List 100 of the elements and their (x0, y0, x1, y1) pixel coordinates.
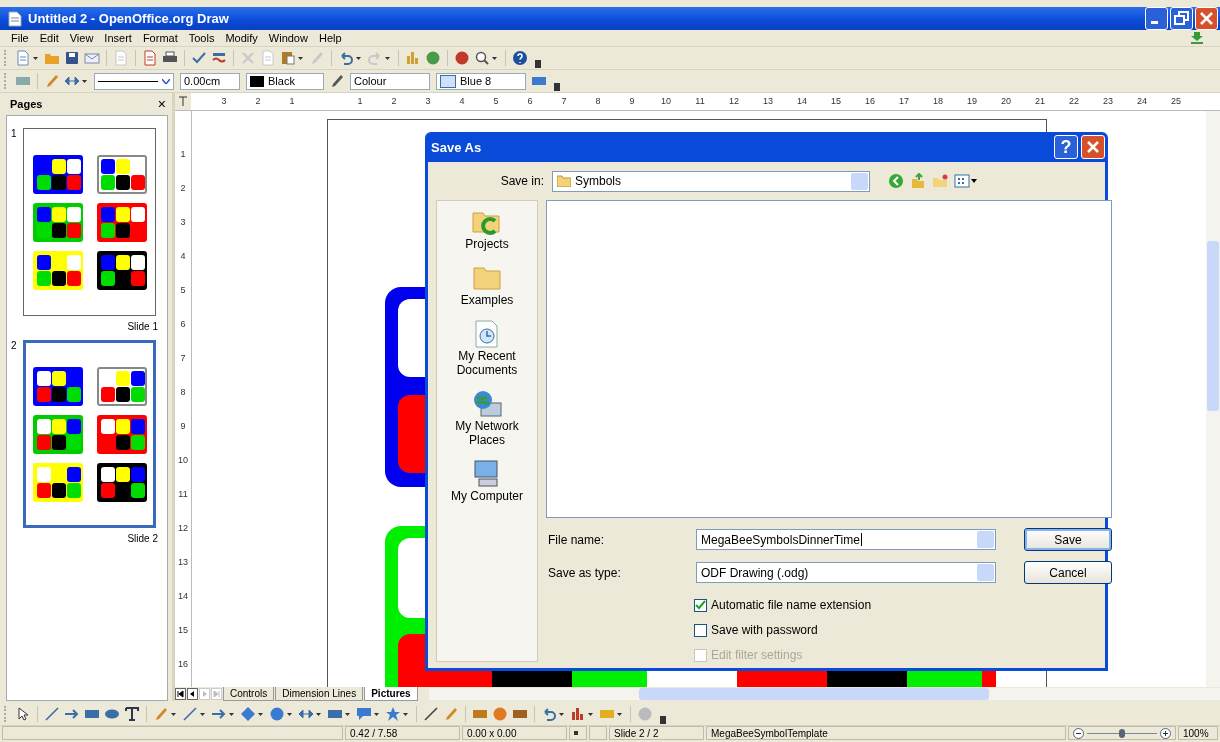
layer-tab[interactable]: Dimension Lines (275, 687, 364, 701)
dropdown-arrow-icon[interactable] (316, 712, 321, 716)
zoom-out-button[interactable] (1073, 727, 1084, 739)
layer-tab[interactable]: Pictures (364, 687, 418, 701)
dropdown-arrow-icon[interactable] (171, 712, 176, 716)
slide-thumbnail[interactable] (23, 128, 156, 316)
area-style-dropdown[interactable]: Colour (350, 72, 430, 90)
zoom-slider[interactable] (1119, 728, 1125, 738)
dropdown-arrow-icon[interactable] (617, 712, 622, 716)
place-label[interactable]: Examples (460, 293, 514, 307)
close-icon[interactable] (1200, 12, 1213, 25)
dropdown-arrow-icon[interactable] (298, 56, 303, 60)
place-label[interactable]: My Computer (451, 489, 523, 503)
menu-item[interactable]: Window (263, 32, 314, 44)
ruler-number: 18 (932, 95, 944, 108)
dropdown-arrow-icon[interactable] (559, 712, 564, 716)
dropdown-arrow-icon[interactable] (33, 56, 38, 60)
zoom-in-button[interactable] (1160, 727, 1171, 739)
close-panel-button[interactable]: × (157, 96, 166, 112)
new-folder-icon[interactable] (932, 173, 948, 189)
pdf-icon[interactable] (142, 50, 158, 66)
place-label[interactable]: My Network Places (437, 419, 537, 447)
slide-thumbnail[interactable] (23, 340, 156, 528)
ruler-number: 8 (594, 95, 602, 108)
first-tab-button[interactable] (175, 688, 186, 700)
globe-computer-icon[interactable] (471, 389, 503, 419)
dropdown-arrow-icon[interactable] (356, 56, 361, 60)
pointer-icon[interactable] (15, 706, 31, 722)
size-field: 0.00 x 0.00 (462, 726, 567, 740)
help-button[interactable]: ? (1054, 135, 1078, 159)
ruler-number: 11 (177, 488, 189, 501)
file-name-field[interactable]: MegaBeeSymbolsDinnerTime (696, 529, 996, 550)
diamond-icon[interactable] (240, 706, 256, 722)
back-icon[interactable] (888, 173, 904, 189)
document-icon (8, 10, 22, 27)
horizontal-scrollbar[interactable] (428, 688, 1220, 700)
ruler-number: 1 (288, 95, 296, 108)
layer-tab[interactable]: Controls (223, 687, 275, 701)
ruler-number: 15 (177, 624, 189, 637)
ruler-number: 10 (177, 454, 189, 467)
folder-icon (557, 175, 571, 187)
help-icon[interactable] (512, 50, 528, 66)
menu-item[interactable]: Insert (99, 32, 138, 44)
dropdown-arrow-icon[interactable] (82, 79, 87, 83)
place-label[interactable]: My Recent Documents (437, 349, 537, 377)
download-icon[interactable] (1190, 32, 1204, 44)
dropdown-arrow-icon[interactable] (200, 712, 205, 716)
menu-item[interactable]: Modify (220, 32, 264, 44)
restore-button[interactable] (1170, 7, 1193, 30)
ruler-number: 22 (1068, 95, 1080, 108)
dialog-title: Save As (431, 139, 482, 155)
view-menu-icon[interactable] (954, 174, 978, 188)
ruler-number: 9 (628, 95, 636, 108)
ruler-number: 14 (177, 590, 189, 603)
spellcheck-icon[interactable] (191, 50, 207, 66)
save-icon[interactable] (64, 50, 80, 66)
save-in-dropdown[interactable]: Symbols (552, 170, 870, 192)
undo-icon[interactable] (338, 50, 354, 66)
checkbox-label[interactable]: Save with password (711, 623, 818, 637)
star-icon[interactable] (385, 706, 401, 722)
dropdown-arrow-icon[interactable] (258, 712, 263, 716)
dropdown-arrow-icon[interactable] (229, 712, 234, 716)
checkbox[interactable] (694, 623, 707, 637)
text-icon[interactable] (124, 706, 140, 722)
dropdown-arrow-icon[interactable] (345, 712, 350, 716)
menu-item[interactable]: Edit (34, 32, 65, 44)
previous-tab-button[interactable] (187, 688, 198, 700)
dropdown-arrow-icon[interactable] (492, 56, 497, 60)
menu-item[interactable]: File (6, 32, 35, 44)
menu-item[interactable]: View (64, 32, 100, 44)
dropdown-arrow-icon[interactable] (385, 56, 390, 60)
dropdown-arrow-icon[interactable] (588, 712, 593, 716)
save-in-label: Save in: (499, 174, 545, 188)
line-colour-dropdown[interactable]: Black (246, 72, 324, 90)
menu-item[interactable]: Tools (183, 32, 221, 44)
close-button[interactable] (1195, 7, 1218, 30)
minimize-button[interactable] (1145, 7, 1168, 30)
checkbox[interactable] (694, 598, 707, 612)
paste-icon[interactable] (280, 50, 296, 66)
line-icon[interactable] (44, 706, 60, 722)
restore-icon[interactable] (1174, 11, 1189, 25)
menu-item[interactable]: Format (137, 32, 184, 44)
callout-icon[interactable] (356, 706, 372, 722)
line-width-spinner[interactable]: 0.00cm (180, 72, 240, 90)
menu-item[interactable]: Help (313, 32, 348, 44)
dropdown-arrow-icon[interactable] (403, 712, 408, 716)
zoom-icon[interactable] (474, 50, 490, 66)
slide-label: Slide 2 (127, 533, 158, 544)
area-fill-dropdown[interactable]: Blue 8 (436, 72, 526, 90)
file-type-dropdown[interactable]: ODF Drawing (.odg) (696, 562, 996, 583)
dropdown-arrow-icon[interactable] (287, 712, 292, 716)
checkbox-label[interactable]: Automatic file name extension (711, 598, 872, 612)
vertical-scrollbar[interactable] (1206, 111, 1220, 687)
save-button[interactable]: Save (1024, 528, 1112, 551)
line-style-dropdown[interactable] (94, 72, 174, 90)
cancel-button[interactable]: Cancel (1024, 561, 1112, 584)
dropdown-arrow-icon[interactable] (374, 712, 379, 716)
place-label[interactable]: Projects (465, 237, 509, 251)
line-tool-icon[interactable] (44, 73, 60, 89)
up-folder-icon[interactable] (910, 173, 926, 189)
